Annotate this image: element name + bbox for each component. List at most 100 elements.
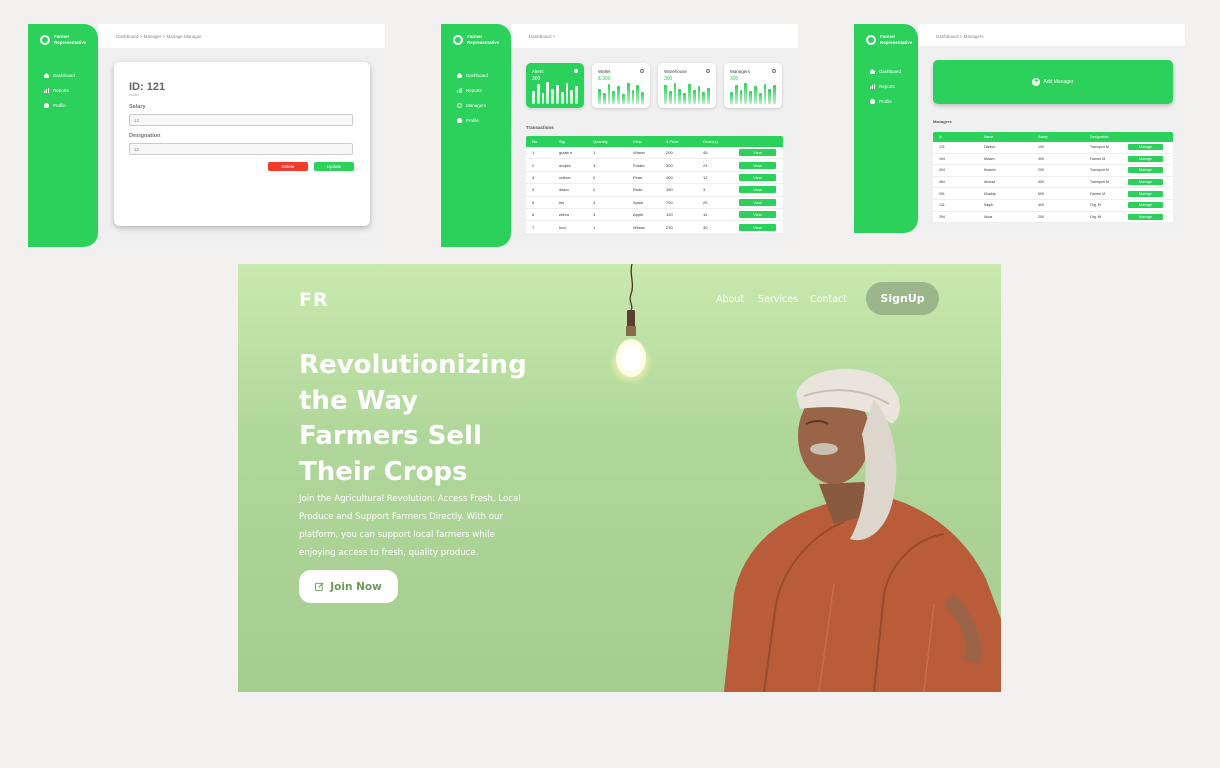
sidebar-item-reports[interactable]: Reports bbox=[870, 79, 901, 94]
sidebar-item-profile[interactable]: Profile bbox=[457, 113, 488, 128]
join-now-button[interactable]: Join Now bbox=[299, 570, 398, 603]
sidebar-item-dashboard[interactable]: Dashboard bbox=[870, 64, 901, 79]
sidebar-item-profile[interactable]: Profile bbox=[44, 98, 75, 113]
sidebar-nav: Dashboard Reports Profile bbox=[870, 64, 901, 109]
view-button[interactable]: View bbox=[739, 198, 776, 206]
sidebar-item-managers[interactable]: Managers bbox=[457, 98, 488, 113]
breadcrumb: DashBoard > Managers bbox=[936, 34, 984, 39]
brand: Farmer Representative bbox=[453, 34, 507, 45]
user-icon bbox=[870, 99, 875, 104]
light-bulb-illustration bbox=[609, 264, 652, 385]
sidebar-item-label: Reports bbox=[53, 88, 69, 93]
logo-ring-icon bbox=[453, 34, 463, 45]
stat-bars bbox=[664, 82, 710, 104]
table-row: 141 Saqib 400 Org. M Manage bbox=[933, 199, 1173, 212]
stat-bars bbox=[532, 82, 578, 104]
manager-id-subtitle: health bbox=[129, 93, 139, 97]
designation-field[interactable]: 12 bbox=[129, 143, 353, 155]
manage-button[interactable]: Manage bbox=[1128, 155, 1163, 162]
table-cell: Transport M bbox=[1090, 180, 1109, 185]
table-cell: fcco bbox=[559, 224, 567, 230]
table-cell: 23 bbox=[703, 162, 708, 168]
view-button[interactable]: View bbox=[739, 161, 776, 169]
table-cell: datco bbox=[559, 187, 569, 193]
table-cell: 3 bbox=[532, 174, 535, 180]
table-cell: unilver bbox=[559, 174, 571, 180]
sidebar-item-profile[interactable]: Profile bbox=[870, 94, 901, 109]
table-cell: 121 bbox=[939, 145, 945, 150]
sidebar-item-dashboard[interactable]: Dashboard bbox=[44, 68, 75, 83]
sidebar-item-label: Reports bbox=[879, 84, 895, 89]
table-row: 464 Ahmad 400 Transport M Manage bbox=[933, 176, 1173, 189]
table-cell: 300 bbox=[1038, 156, 1044, 161]
table-cell: 194 bbox=[939, 156, 945, 161]
nav-link-about[interactable]: About bbox=[716, 294, 744, 305]
view-button[interactable]: View bbox=[739, 186, 776, 194]
stat-card-wallet[interactable]: Wallet $ 300 bbox=[592, 63, 650, 108]
column-header: Sig bbox=[559, 139, 565, 144]
table-cell: 100 bbox=[1038, 145, 1044, 150]
manage-button[interactable]: Manage bbox=[1128, 144, 1163, 151]
table-cell: Nooa bbox=[984, 214, 993, 219]
manage-button[interactable]: Manage bbox=[1128, 213, 1163, 220]
table-row: 121 Danish 100 Transport M Manage bbox=[933, 142, 1173, 154]
view-button[interactable]: View bbox=[739, 173, 776, 181]
table-cell: Danish bbox=[984, 145, 995, 150]
plus-icon: + bbox=[1032, 78, 1041, 86]
view-button[interactable]: View bbox=[739, 223, 776, 231]
update-button[interactable]: Update bbox=[314, 162, 354, 171]
signup-button[interactable]: SignUp bbox=[866, 282, 939, 315]
sidebar-item-dashboard[interactable]: Dashboard bbox=[457, 68, 488, 83]
wallet-icon bbox=[640, 69, 644, 73]
stat-card-warehouse[interactable]: Warehouse 300 bbox=[658, 63, 716, 108]
table-cell: 25 bbox=[703, 199, 708, 205]
nav-link-services[interactable]: Services bbox=[758, 294, 798, 305]
edit-icon bbox=[315, 582, 324, 591]
table-cell: 294 bbox=[939, 214, 945, 219]
sidebar: Farmer Representative Dashboard Reports … bbox=[28, 24, 98, 247]
manage-button[interactable]: Manage bbox=[1128, 202, 1163, 209]
delete-button[interactable]: Delete bbox=[268, 162, 308, 171]
stat-card-alerts[interactable]: Alerts 300 bbox=[526, 63, 584, 108]
sidebar-item-label: Profile bbox=[879, 99, 892, 104]
view-button[interactable]: View bbox=[739, 211, 776, 219]
hero-subtext: Join the Agricultural Revolution: Access… bbox=[299, 494, 521, 558]
sidebar-item-label: Reports bbox=[466, 88, 482, 93]
headline-line: Revolutionizing bbox=[299, 350, 527, 380]
table-cell: 1 bbox=[593, 150, 596, 156]
manage-button[interactable]: Manage bbox=[1128, 179, 1163, 186]
table-cell: tks bbox=[559, 199, 565, 205]
nav-link-contact[interactable]: Contact bbox=[810, 294, 847, 305]
table-row: 291 Khadija 600 Farmer M Manage bbox=[933, 188, 1173, 200]
breadcrumb: DashBoard > Manager > Manage Manager bbox=[116, 34, 202, 39]
table-cell: 12 bbox=[703, 174, 708, 180]
table-row: 7 fcco 1 Wheat 230 30 View bbox=[526, 221, 783, 234]
top-bar: DashBoard > Manager > Manage Manager bbox=[98, 24, 385, 48]
top-bar: DashBoard > Managers bbox=[918, 24, 1185, 46]
table-cell: 1 bbox=[532, 150, 535, 156]
manage-button[interactable]: Manage bbox=[1128, 190, 1163, 197]
table-cell: Ibrahim bbox=[984, 168, 996, 173]
table-cell: Moiam bbox=[984, 156, 995, 161]
table-cell: Ahmad bbox=[984, 180, 996, 185]
table-row: 294 Nooa 200 Org. W Manage bbox=[933, 211, 1173, 224]
table-cell: Farmer M bbox=[1090, 191, 1106, 196]
table-cell: Rode bbox=[633, 187, 643, 193]
view-button[interactable]: View bbox=[739, 149, 776, 157]
sidebar-item-label: Dashboard bbox=[879, 69, 902, 74]
stat-card-managers[interactable]: Managers 300 bbox=[724, 63, 782, 108]
sidebar-item-reports[interactable]: Reports bbox=[44, 83, 75, 98]
table-cell: Peas bbox=[633, 174, 643, 180]
site-logo[interactable]: FR bbox=[299, 289, 329, 311]
stat-name: Wallet bbox=[598, 69, 611, 74]
table-cell: Transport M bbox=[1090, 145, 1109, 150]
manage-button[interactable]: Manage bbox=[1128, 167, 1163, 174]
stat-name: Managers bbox=[730, 69, 751, 74]
dashboard-screenshot: Farmer Representative Dashboard Reports … bbox=[441, 24, 798, 247]
logo-ring-icon bbox=[866, 34, 876, 45]
add-manager-button[interactable]: + Add Manager bbox=[933, 60, 1173, 104]
sidebar-item-reports[interactable]: Reports bbox=[457, 83, 488, 98]
logo-ring-icon bbox=[40, 34, 50, 45]
salary-field[interactable]: 12 bbox=[129, 114, 353, 126]
table-cell: Org. M bbox=[1090, 203, 1101, 208]
